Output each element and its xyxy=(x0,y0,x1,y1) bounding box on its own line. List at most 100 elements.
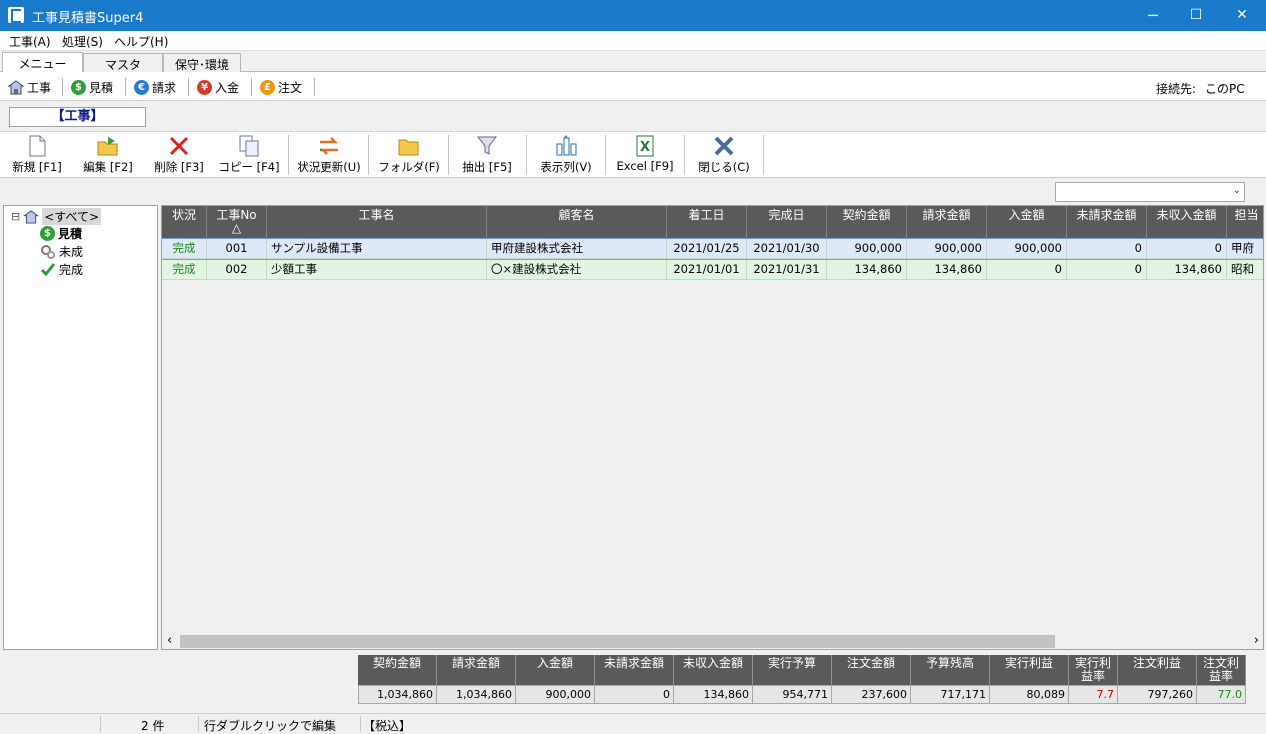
column-header[interactable]: 入金額 xyxy=(987,206,1067,238)
column-header[interactable]: 工事No △ xyxy=(207,206,267,238)
euro-coin-icon: € xyxy=(134,80,149,95)
tree-item-incomplete[interactable]: 未成 xyxy=(40,243,83,260)
table-cell: 〇×建設株式会社 xyxy=(487,260,667,280)
status-update-button[interactable]: 状況更新(U) xyxy=(294,134,364,176)
dollar-coin-icon: $ xyxy=(40,226,55,241)
column-header[interactable]: 着工日 xyxy=(667,206,747,238)
nav-invoice[interactable]: € 請求 xyxy=(134,79,176,96)
edit-button[interactable]: 編集 [F2] xyxy=(77,134,139,176)
menu-process[interactable]: 処理(S) xyxy=(62,33,103,50)
scroll-right-icon[interactable]: › xyxy=(1254,633,1259,648)
filter-dropdown[interactable]: ⌄ xyxy=(1055,182,1245,202)
summary-header: 実行予算 xyxy=(753,655,832,685)
close-button[interactable]: 閉じる(C) xyxy=(691,134,757,176)
new-button[interactable]: 新規 [F1] xyxy=(6,134,68,176)
horizontal-scrollbar[interactable]: ‹ › xyxy=(163,633,1263,649)
table-row[interactable]: 完成 002 少額工事 〇×建設株式会社 2021/01/01 2021/01/31 134… xyxy=(162,260,1263,280)
table-cell: 昭和 xyxy=(1227,260,1263,280)
new-document-icon xyxy=(25,134,49,158)
house-icon xyxy=(23,209,40,224)
status-separator xyxy=(360,716,361,732)
tab-menu[interactable]: メニュー xyxy=(2,52,83,72)
summary-header: 未収入金額 xyxy=(674,655,753,685)
summary-header: 注文利益 xyxy=(1118,655,1197,685)
column-header[interactable]: 完成日 xyxy=(747,206,827,238)
summary-value: 80,089 xyxy=(990,685,1069,704)
summary-value: 7.7 xyxy=(1069,685,1118,704)
maximize-button[interactable]: ☐ xyxy=(1173,0,1219,31)
pound-coin-icon: £ xyxy=(260,80,275,95)
folder-button[interactable]: フォルダ(F) xyxy=(374,134,444,176)
toolbar-separator xyxy=(684,135,685,175)
nav-construction[interactable]: 工事 xyxy=(8,79,51,96)
summary-value: 134,860 xyxy=(674,685,753,704)
module-nav-bar: 工事 $ 見積 € 請求 ¥ 入金 £ 注文 接続先: このPC xyxy=(0,72,1266,101)
nav-order[interactable]: £ 注文 xyxy=(260,79,302,96)
summary-header: 注文金額 xyxy=(832,655,911,685)
column-header[interactable]: 状況 xyxy=(162,206,207,238)
scrollbar-thumb[interactable] xyxy=(180,635,1055,648)
table-cell: 2021/01/31 xyxy=(747,260,827,280)
summary-header: 請求金額 xyxy=(437,655,516,685)
collapse-toggle-icon[interactable]: ⊟ xyxy=(11,210,20,223)
gears-icon xyxy=(41,245,55,259)
summary-value: 900,000 xyxy=(516,685,595,704)
summary-value: 954,771 xyxy=(753,685,832,704)
construction-grid: 状況 工事No △ 工事名 顧客名 着工日 完成日 契約金額 請求金額 入金額 未請求金額 未収入金… xyxy=(161,205,1264,650)
table-cell: 完成 xyxy=(162,260,207,280)
nav-estimate[interactable]: $ 見積 xyxy=(71,79,113,96)
column-header[interactable]: 契約金額 xyxy=(827,206,907,238)
toolbar: 新規 [F1] 編集 [F2] 削除 [F3] コピー [F4] 状況更新(U)… xyxy=(0,131,1266,178)
excel-button[interactable]: X Excel [F9] xyxy=(612,134,678,176)
toolbar-separator xyxy=(288,135,289,175)
table-cell: 900,000 xyxy=(907,239,987,259)
summary-header: 入金額 xyxy=(516,655,595,685)
delete-button[interactable]: 削除 [F3] xyxy=(148,134,210,176)
column-header[interactable]: 未請求金額 xyxy=(1067,206,1147,238)
table-row[interactable]: 完成 001 サンプル設備工事 甲府建設株式会社 2021/01/25 2021/01/3… xyxy=(162,238,1263,260)
app-icon xyxy=(8,7,24,23)
tab-maintenance[interactable]: 保守･環境 xyxy=(163,53,241,72)
column-header[interactable]: 担当 xyxy=(1227,206,1263,238)
summary-header: 予算残高 xyxy=(911,655,990,685)
tab-master[interactable]: マスタ xyxy=(83,53,163,72)
dollar-coin-icon: $ xyxy=(71,80,86,95)
close-window-button[interactable]: ✕ xyxy=(1219,0,1265,31)
chevron-down-icon: ⌄ xyxy=(1232,185,1241,196)
minimize-button[interactable]: ─ xyxy=(1130,0,1176,31)
connection-label: 接続先: xyxy=(1156,82,1197,96)
menu-construction[interactable]: 工事(A) xyxy=(9,33,51,50)
summary-value: 1,034,860 xyxy=(358,685,437,704)
column-header[interactable]: 顧客名 xyxy=(487,206,667,238)
mode-label: 【工事】 xyxy=(9,107,146,127)
nav-separator xyxy=(314,78,315,96)
table-cell: 2021/01/01 xyxy=(667,260,747,280)
nav-separator xyxy=(188,78,189,96)
tree-root-all[interactable]: ⊟ <すべて> xyxy=(11,208,102,225)
checkmark-icon xyxy=(40,263,56,277)
nav-separator xyxy=(125,78,126,96)
scroll-left-icon[interactable]: ‹ xyxy=(167,633,172,648)
edit-folder-icon xyxy=(96,134,120,158)
tab-bar: メニュー マスタ 保守･環境 xyxy=(0,51,1266,72)
column-header[interactable]: 未収入金額 xyxy=(1147,206,1227,238)
column-header[interactable]: 請求金額 xyxy=(907,206,987,238)
copy-button[interactable]: コピー [F4] xyxy=(216,134,282,176)
table-cell: 134,860 xyxy=(1147,260,1227,280)
summary-header: 契約金額 xyxy=(358,655,437,685)
toolbar-separator xyxy=(763,135,764,175)
close-x-icon xyxy=(712,134,736,158)
extract-button[interactable]: 抽出 [F5] xyxy=(455,134,519,176)
nav-payment[interactable]: ¥ 入金 xyxy=(197,79,239,96)
tree-item-complete[interactable]: 完成 xyxy=(40,261,83,278)
summary-header: 実行利 益率 xyxy=(1069,655,1118,685)
record-count: 2 件 xyxy=(141,719,165,733)
column-header[interactable]: 工事名 xyxy=(267,206,487,238)
columns-icon xyxy=(554,134,578,158)
display-columns-button[interactable]: 表示列(V) xyxy=(533,134,599,176)
table-cell: 少額工事 xyxy=(267,260,487,280)
table-cell: 002 xyxy=(207,260,267,280)
menu-help[interactable]: ヘルプ(H) xyxy=(114,33,168,50)
table-cell: 甲府建設株式会社 xyxy=(487,239,667,259)
tree-item-estimate[interactable]: $ 見積 xyxy=(40,225,82,242)
